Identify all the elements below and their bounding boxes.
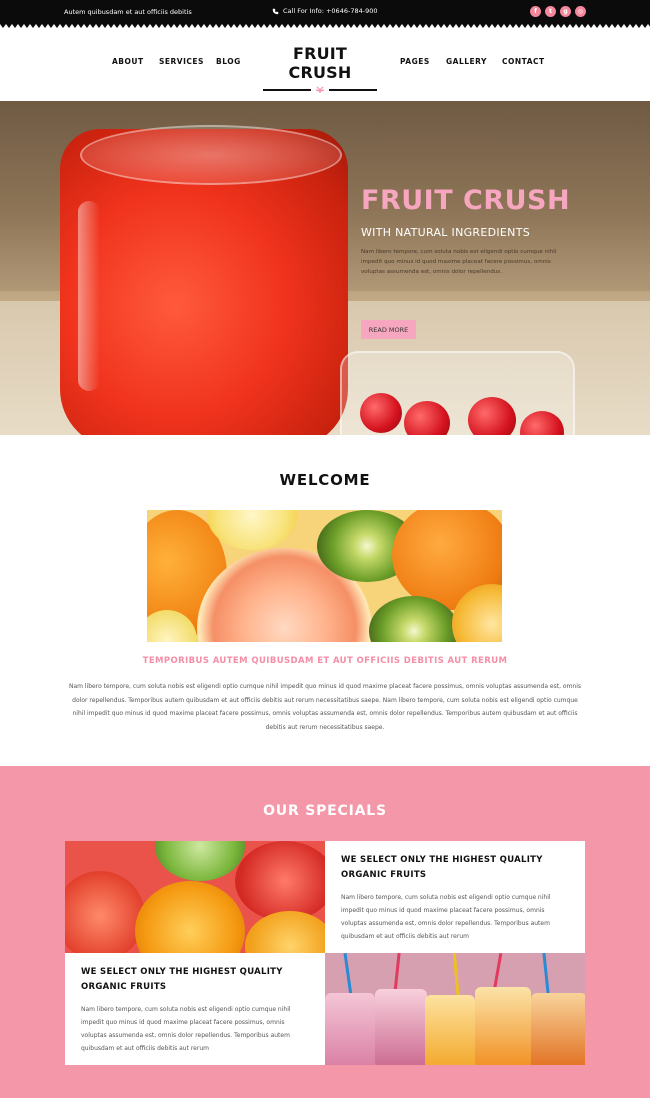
nav-blog[interactable]: BLOG [216, 57, 241, 66]
welcome-title: WELCOME [279, 471, 371, 489]
nav-services[interactable]: SERVICES [159, 57, 204, 66]
nav-about[interactable]: ABOUT [112, 57, 144, 66]
twitter-icon[interactable]: t [545, 6, 556, 17]
social-links: f t g ◎ [530, 6, 586, 17]
read-more-button[interactable]: READ MORE [361, 320, 416, 339]
site-header: ABOUT SERVICES BLOG FRUIT CRUSH PAGES GA… [0, 28, 650, 101]
hero-title: FRUIT CRUSH [361, 185, 571, 216]
instagram-icon[interactable]: ◎ [575, 6, 586, 17]
google-plus-icon[interactable]: g [560, 6, 571, 17]
site-logo[interactable]: FRUIT CRUSH [262, 44, 378, 94]
leaf-icon [315, 86, 325, 93]
hero-caption: FRUIT CRUSH WITH NATURAL INGREDIENTS Nam… [361, 185, 571, 277]
special-heading: WE SELECT ONLY THE HIGHEST QUALITY ORGAN… [81, 967, 283, 992]
special-heading: WE SELECT ONLY THE HIGHEST QUALITY ORGAN… [341, 855, 543, 880]
specials-title: OUR SPECIALS [263, 803, 387, 819]
top-bar: Autem quibusdam et aut officiis debitis … [0, 0, 650, 24]
nav-pages[interactable]: PAGES [400, 57, 430, 66]
phone-text: Call For Info: +0646-784-900 [283, 7, 378, 15]
special-body: Nam libero tempore, cum soluta nobis est… [341, 894, 551, 940]
hero-description: Nam libero tempore, cum soluta nobis est… [361, 249, 557, 275]
logo-title: FRUIT CRUSH [288, 44, 352, 82]
special-card: WE SELECT ONLY THE HIGHEST QUALITY ORGAN… [65, 953, 325, 1065]
tagline: Autem quibusdam et aut officiis debitis [64, 8, 192, 16]
nav-gallery[interactable]: GALLERY [446, 57, 487, 66]
nav-contact[interactable]: CONTACT [502, 57, 545, 66]
welcome-heading: TEMPORIBUS AUTEM QUIBUSDAM ET AUT OFFICI… [142, 656, 508, 666]
special-body: Nam libero tempore, cum soluta nobis est… [81, 1006, 291, 1052]
smoothie-cups-image [325, 953, 585, 1065]
phone-icon [272, 8, 279, 14]
cut-fruits-image [65, 841, 325, 953]
hero-subtitle: WITH NATURAL INGREDIENTS [361, 226, 531, 239]
welcome-body: Nam libero tempore, cum soluta nobis est… [68, 683, 581, 731]
hero-slider: FRUIT CRUSH WITH NATURAL INGREDIENTS Nam… [0, 101, 650, 435]
facebook-icon[interactable]: f [530, 6, 541, 17]
special-card: WE SELECT ONLY THE HIGHEST QUALITY ORGAN… [325, 841, 585, 953]
citrus-fruits-image [147, 510, 502, 642]
specials-section: OUR SPECIALS WE SELECT ONLY THE HIGHEST … [0, 766, 650, 1098]
phone-info: Call For Info: +0646-784-900 [272, 7, 377, 15]
